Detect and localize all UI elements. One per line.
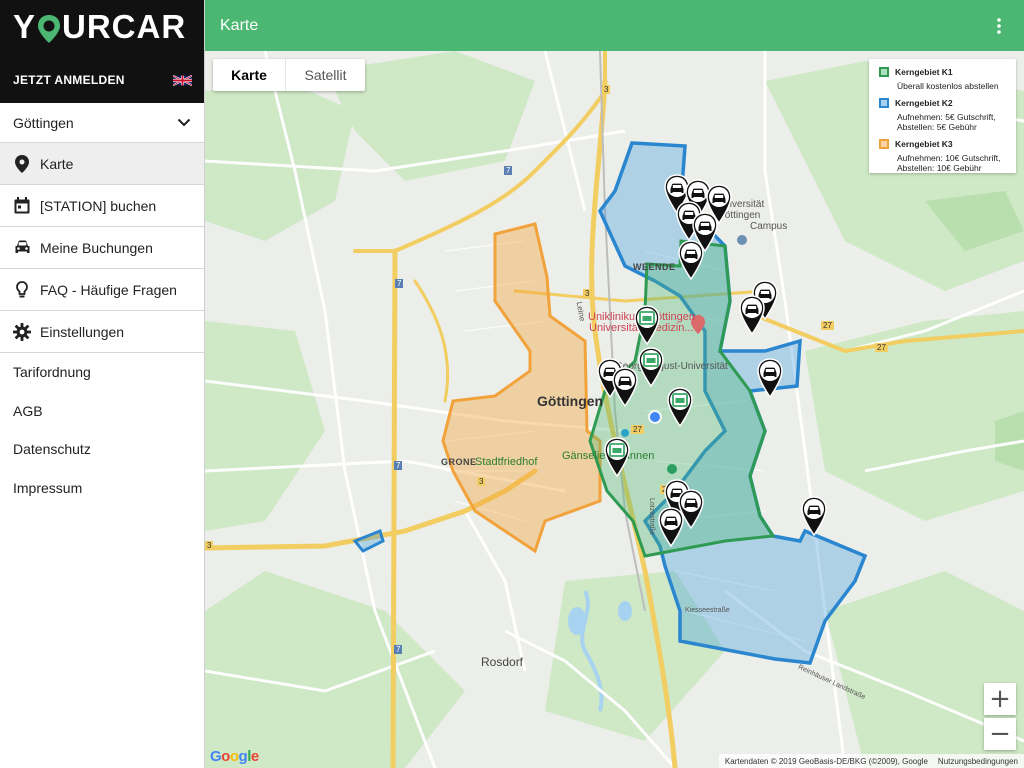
calendar-icon: [13, 197, 31, 215]
sidebar-item-station-buchen[interactable]: [STATION] buchen: [0, 185, 204, 227]
location-pin-icon: [13, 154, 31, 173]
road-shield-27-b: 27: [875, 343, 888, 352]
legend-title-k1: Kerngebiet K1: [895, 67, 953, 77]
page-title: Karte: [220, 16, 259, 34]
chevron-down-icon: [177, 118, 191, 127]
legend-desc-k2-line1: Aufnehmen: 5€ Gutschrift,: [897, 112, 996, 122]
google-logo-letter: e: [250, 748, 259, 765]
more-menu-icon[interactable]: [990, 14, 1008, 38]
link-tarifordnung[interactable]: Tarifordnung: [0, 353, 204, 392]
road-shield-27-c: 27: [631, 425, 644, 434]
sidebar-item-faq[interactable]: FAQ - Häufige Fragen: [0, 269, 204, 311]
car-marker-icon[interactable]: [678, 240, 704, 281]
legend-title-k3: Kerngebiet K3: [895, 139, 953, 149]
google-logo-letter: G: [210, 748, 222, 765]
map-type-satellite-button[interactable]: Satellit: [285, 59, 365, 91]
legend-row-k2: Kerngebiet K2: [879, 97, 1007, 109]
sidebar-item-label: Einstellungen: [40, 323, 125, 340]
legend-title-k2: Kerngebiet K2: [895, 98, 953, 108]
map-label-grone: GRONE: [441, 457, 477, 467]
terms-link[interactable]: Nutzungsbedingungen: [938, 757, 1018, 766]
sidebar: Y URCAR JETZT ANMELDEN Göttingen Karte […: [0, 0, 205, 768]
road-shield-3-a: 3: [602, 85, 611, 94]
lightbulb-icon: [13, 280, 31, 299]
app-bar: Karte: [205, 0, 1024, 51]
legend-desc-k3-line2: Abstellen: 10€ Gebühr: [897, 163, 982, 173]
legend-desc-k3: Aufnehmen: 10€ Gutschrift, Abstellen: 10…: [879, 153, 1007, 173]
legend-desc-k2-line2: Abstellen: 5€ Gebühr: [897, 122, 977, 132]
legend-desc-k1: Überall kostenlos abstellen: [879, 81, 1007, 91]
sidebar-item-label: [STATION] buchen: [40, 197, 157, 214]
google-logo-letter: o: [221, 748, 230, 765]
road-shield-3-c: 3: [205, 541, 214, 550]
map-canvas[interactable]: 3 7 7 7 7 3 3 3 27 27 27 27 Göttingen WE…: [205, 51, 1024, 768]
link-impressum[interactable]: Impressum: [0, 469, 204, 508]
app-root: Y URCAR JETZT ANMELDEN Göttingen Karte […: [0, 0, 1024, 768]
map-label-lotzestrasse: Lotzestraße: [647, 498, 655, 535]
car-marker-icon[interactable]: [757, 358, 783, 399]
map-label-kiesseestrasse: Kiesseestraße: [685, 607, 730, 614]
map-type-karte-button[interactable]: Karte: [213, 59, 285, 91]
sidebar-item-label: FAQ - Häufige Fragen: [40, 281, 177, 298]
legend-swatch-k3: [879, 139, 889, 149]
car-icon: [13, 239, 31, 257]
link-datenschutz[interactable]: Datenschutz: [0, 430, 204, 469]
legend-row-k1: Kerngebiet K1: [879, 66, 1007, 78]
car-marker-icon[interactable]: [612, 367, 638, 408]
legend-swatch-k2: [879, 98, 889, 108]
zoom-in-button[interactable]: +: [984, 683, 1016, 715]
zoom-out-button[interactable]: −: [984, 718, 1016, 750]
legend-swatch-k1: [879, 67, 889, 77]
logo-pin-icon: [37, 14, 61, 44]
legend-desc-k2: Aufnehmen: 5€ Gutschrift, Abstellen: 5€ …: [879, 112, 1007, 132]
yourcar-logo[interactable]: Y URCAR: [13, 8, 186, 46]
login-row: JETZT ANMELDEN: [13, 73, 192, 87]
road-shield-3-d: 3: [477, 477, 486, 486]
car-marker-icon[interactable]: [801, 496, 827, 537]
gear-icon: [13, 322, 31, 341]
map-label-goettingen: Göttingen: [537, 393, 604, 409]
google-logo-letter: o: [229, 748, 239, 765]
map-label-weende: WEENDE: [633, 262, 676, 272]
google-logo[interactable]: Google: [210, 748, 259, 765]
brand-header: Y URCAR JETZT ANMELDEN: [0, 0, 204, 103]
road-shield-7-c: 7: [394, 461, 403, 470]
road-shield-27-a: 27: [821, 321, 834, 330]
road-shield-7-b: 7: [395, 279, 404, 288]
city-dropdown[interactable]: Göttingen: [0, 103, 204, 143]
road-shield-3-b: 3: [583, 289, 592, 298]
station-marker-icon[interactable]: [638, 347, 664, 388]
map-attribution-text: Kartendaten © 2019 GeoBasis-DE/BKG (©200…: [724, 756, 928, 766]
login-link[interactable]: JETZT ANMELDEN: [13, 73, 125, 87]
sidebar-item-einstellungen[interactable]: Einstellungen: [0, 311, 204, 353]
logo-letters-urcar: URCAR: [62, 8, 187, 45]
legend-row-k3: Kerngebiet K3: [879, 138, 1007, 150]
sidebar-item-label: Meine Buchungen: [40, 239, 153, 256]
sidebar-item-meine-buchungen[interactable]: Meine Buchungen: [0, 227, 204, 269]
car-marker-icon[interactable]: [739, 295, 765, 336]
map-label-stadtfriedhof: Stadtfriedhof: [475, 456, 538, 468]
sidebar-item-karte[interactable]: Karte: [0, 143, 204, 185]
station-marker-icon[interactable]: [667, 387, 693, 428]
station-marker-icon[interactable]: [634, 305, 660, 346]
road-shield-7-d: 7: [394, 645, 403, 654]
zone-legend: Kerngebiet K1 Überall kostenlos abstelle…: [869, 59, 1016, 173]
logo-letter-y: Y: [13, 8, 37, 45]
road-shield-7-a: 7: [504, 166, 513, 175]
map-label-campus: Campus: [750, 221, 788, 232]
legend-desc-k3-line1: Aufnehmen: 10€ Gutschrift,: [897, 153, 1001, 163]
station-marker-icon[interactable]: [604, 437, 630, 478]
legend-desc-k1-line1: Überall kostenlos abstellen: [897, 81, 999, 91]
google-logo-letter: g: [238, 748, 248, 765]
map-label-rosdorf: Rosdorf: [481, 655, 524, 669]
uk-flag-icon[interactable]: [173, 74, 192, 87]
link-agb[interactable]: AGB: [0, 392, 204, 431]
map-type-control: Karte Satellit: [213, 59, 365, 91]
car-marker-icon[interactable]: [658, 507, 684, 548]
city-dropdown-value: Göttingen: [13, 114, 74, 131]
map-attribution: Kartendaten © 2019 GeoBasis-DE/BKG (©200…: [718, 754, 1024, 768]
sidebar-item-label: Karte: [40, 155, 74, 172]
